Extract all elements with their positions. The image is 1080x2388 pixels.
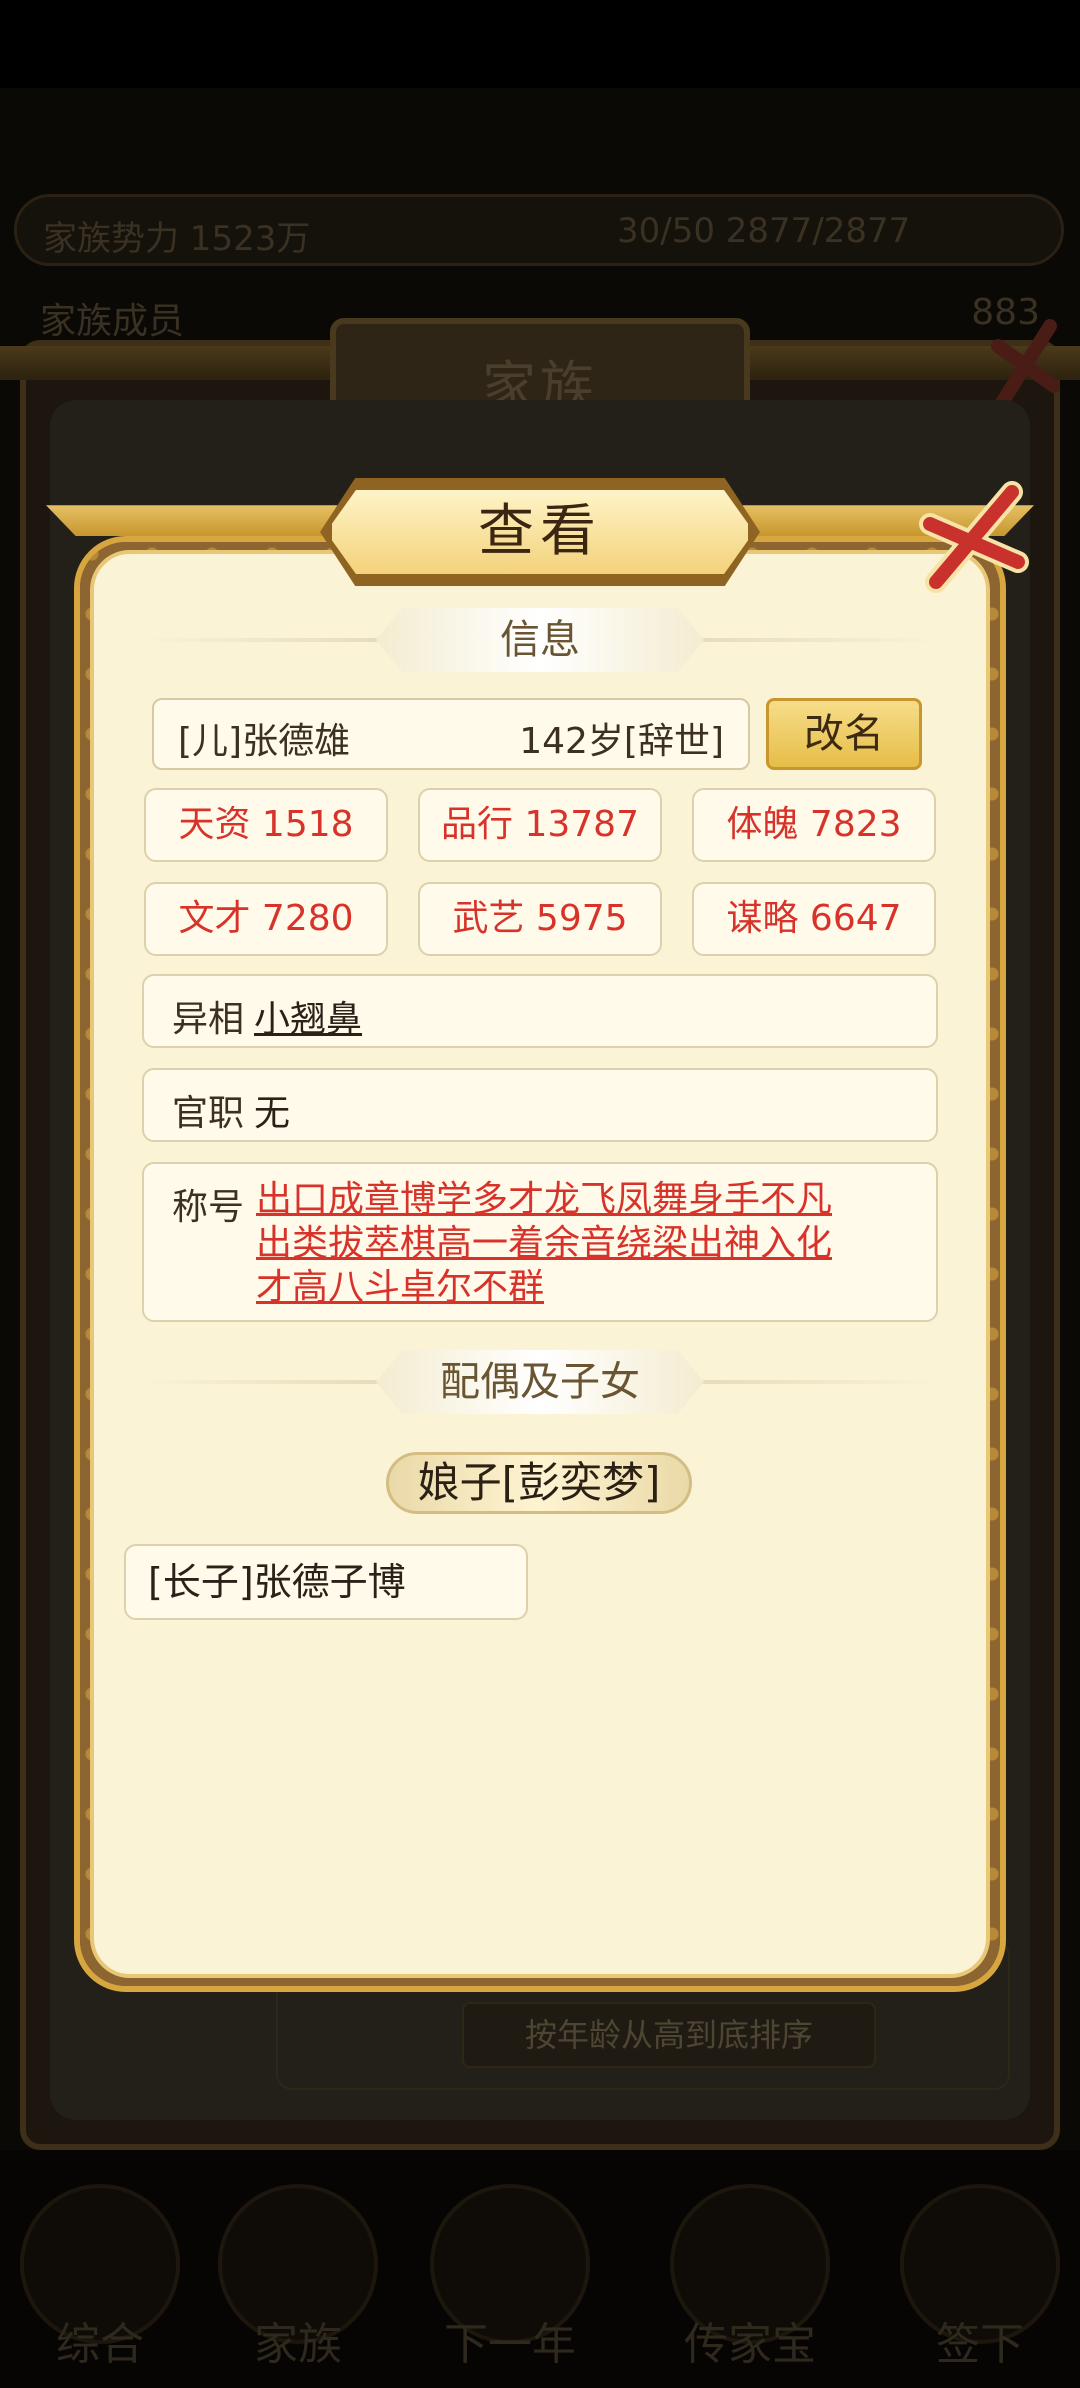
dialog-title: 查看 [478, 499, 602, 564]
child-item[interactable]: [长子]张德子博 [124, 1544, 528, 1620]
spouse-tag[interactable]: 娘子[彭奕梦] [386, 1452, 692, 1514]
bg-nav-label: 下一年 [444, 2319, 576, 2370]
appearance-row: 异相 小翘鼻 [142, 974, 938, 1048]
bg-nav-label: 综合 [56, 2319, 144, 2370]
official-value: 无 [254, 1093, 291, 1134]
bg-sort-button: 按年龄从高到底排序 [462, 2002, 876, 2068]
rename-button[interactable]: 改名 [766, 698, 922, 770]
official-label: 官职 [172, 1093, 245, 1134]
appearance-label: 异相 [172, 999, 245, 1040]
bg-nav-item: 下一年 [420, 2160, 600, 2370]
attribute-physique: 体魄 7823 [692, 788, 936, 862]
bg-nav-item: 签下 [890, 2160, 1070, 2370]
bg-nav-label: 签下 [936, 2319, 1024, 2370]
bg-nav-item: 传家宝 [660, 2160, 840, 2370]
titles-label: 称号 [172, 1187, 245, 1228]
bg-family-label: 家族成员 [40, 301, 185, 342]
titles-line[interactable]: 出口成章博学多才龙飞凤舞身手不凡 [256, 1178, 906, 1222]
titles-line[interactable]: 才高八斗卓尔不群 [256, 1266, 906, 1310]
attribute-talent: 天资 1518 [144, 788, 388, 862]
info-section-header: 信息 [376, 608, 704, 672]
bg-nav-item: 综合 [10, 2160, 190, 2370]
titles-line[interactable]: 出类拔萃棋高一着余音绕梁出神入化 [256, 1222, 906, 1266]
member-name: [儿]张德雄 [178, 721, 351, 762]
official-row: 官职 无 [142, 1068, 938, 1142]
bg-nav-label: 传家宝 [684, 2319, 816, 2370]
bg-stats-right: 30/50 2877/2877 [617, 211, 911, 251]
close-icon[interactable] [914, 478, 1034, 598]
family-section-header: 配偶及子女 [376, 1350, 704, 1414]
attribute-martial: 武艺 5975 [418, 882, 662, 956]
name-row: [儿]张德雄 142岁[辞世] [152, 698, 750, 770]
status-bar [0, 0, 1080, 88]
bg-stats-left: 家族势力 1523万 [43, 219, 311, 259]
bg-nav-item: 家族 [208, 2160, 388, 2370]
attribute-literary: 文才 7280 [144, 882, 388, 956]
appearance-value[interactable]: 小翘鼻 [254, 990, 362, 1042]
member-age: 142岁[辞世] [519, 721, 724, 762]
titles-row: 称号 出口成章博学多才龙飞凤舞身手不凡 出类拔萃棋高一着余音绕梁出神入化 才高八… [142, 1162, 938, 1322]
titles-list: 出口成章博学多才龙飞凤舞身手不凡 出类拔萃棋高一着余音绕梁出神入化 才高八斗卓尔… [256, 1178, 906, 1310]
bg-stats-bar: 家族势力 1523万 30/50 2877/2877 [14, 194, 1064, 266]
attribute-strategy: 谋略 6647 [692, 882, 936, 956]
bg-nav-label: 家族 [254, 2319, 342, 2370]
attribute-morality: 品行 13787 [418, 788, 662, 862]
